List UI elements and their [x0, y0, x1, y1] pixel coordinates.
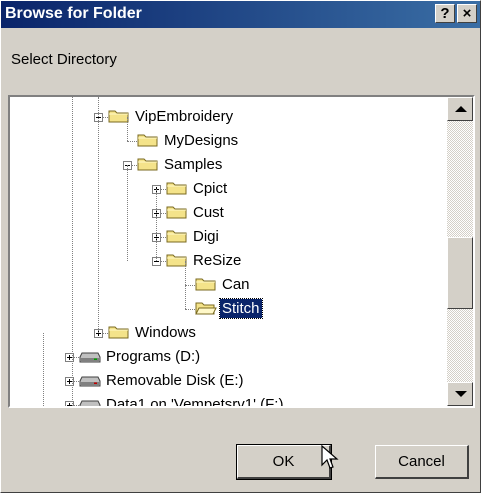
tree-item-label: ReSize	[193, 252, 242, 269]
tree-item-windows[interactable]: Windows	[10, 321, 445, 345]
tree-guide-line	[72, 97, 73, 406]
scroll-up-button[interactable]	[447, 97, 473, 121]
tree-item-can[interactable]: Can	[10, 273, 445, 297]
tree-guide-line	[43, 333, 44, 406]
ok-button[interactable]: OK	[236, 444, 332, 480]
tree-item-samples[interactable]: Samples	[10, 153, 445, 177]
folder-icon	[166, 228, 188, 244]
tree-guide-line	[127, 117, 128, 141]
folder-tree: VipEmbroidery MyDesigns Samples Cpict Cust Di…	[10, 97, 445, 406]
tree-item-cpict[interactable]: Cpict	[10, 177, 445, 201]
tree-item-label: Stitch	[219, 298, 263, 319]
tree-item-label: Digi	[193, 228, 219, 245]
folder-icon	[108, 324, 130, 340]
folder-icon	[166, 180, 188, 196]
tree-item-label: Removable Disk (E:)	[106, 372, 244, 389]
tree-item-label: Data1 on 'Vempetsrv1' (F:)	[106, 396, 284, 406]
cancel-button[interactable]: Cancel	[375, 445, 469, 479]
scroll-down-button[interactable]	[447, 382, 473, 406]
tree-item-label: Samples	[164, 156, 223, 173]
tree-guide-line	[185, 261, 186, 309]
tree-item-label: MyDesigns	[164, 132, 239, 149]
up-arrow-icon	[455, 106, 467, 112]
tree-item-label: Programs (D:)	[106, 348, 201, 365]
tree-item-label: Cust	[193, 204, 224, 221]
tree-item-programs-d[interactable]: Programs (D:)	[10, 345, 445, 369]
tree-item-label: Cpict	[193, 180, 228, 197]
tree-item-mydesigns[interactable]: MyDesigns	[10, 129, 445, 153]
tree-item-data1-on-vempetsrv1-f[interactable]: Data1 on 'Vempetsrv1' (F:)	[10, 393, 445, 406]
dialog-title: Browse for Folder	[5, 5, 142, 22]
browse-for-folder-dialog: Browse for Folder ? × Select Directory V…	[0, 0, 481, 493]
tree-item-removable-disk-e[interactable]: Removable Disk (E:)	[10, 369, 445, 393]
tree-guide-line	[98, 97, 99, 333]
folder-icon	[137, 156, 159, 172]
down-arrow-icon	[455, 391, 467, 397]
vertical-scrollbar[interactable]	[447, 97, 473, 406]
folder-open-icon	[195, 300, 217, 316]
folder-tree-view[interactable]: VipEmbroidery MyDesigns Samples Cpict Cust Di…	[8, 95, 475, 408]
tree-item-stitch[interactable]: Stitch	[10, 297, 445, 321]
tree-item-label: Windows	[135, 324, 196, 341]
tree-item-vipembroidery[interactable]: VipEmbroidery	[10, 105, 445, 129]
mouse-cursor-icon	[321, 445, 339, 469]
close-button[interactable]: ×	[457, 4, 477, 23]
tree-item-label: Can	[222, 276, 250, 293]
folder-icon	[166, 204, 188, 220]
help-button[interactable]: ?	[435, 4, 455, 23]
network-drive-icon	[79, 398, 101, 406]
tree-item-digi[interactable]: Digi	[10, 225, 445, 249]
scroll-thumb[interactable]	[447, 237, 473, 309]
tree-guide-line	[156, 189, 157, 261]
title-bar[interactable]: Browse for Folder ? ×	[1, 1, 480, 28]
folder-icon	[137, 132, 159, 148]
tree-guide-line	[127, 165, 128, 261]
tree-item-resize[interactable]: ReSize	[10, 249, 445, 273]
removable-drive-icon	[79, 374, 101, 388]
drive-icon	[79, 350, 101, 364]
prompt-label: Select Directory	[11, 51, 117, 68]
tree-item-cust[interactable]: Cust	[10, 201, 445, 225]
folder-icon	[195, 276, 217, 292]
tree-item-label: VipEmbroidery	[135, 108, 234, 125]
